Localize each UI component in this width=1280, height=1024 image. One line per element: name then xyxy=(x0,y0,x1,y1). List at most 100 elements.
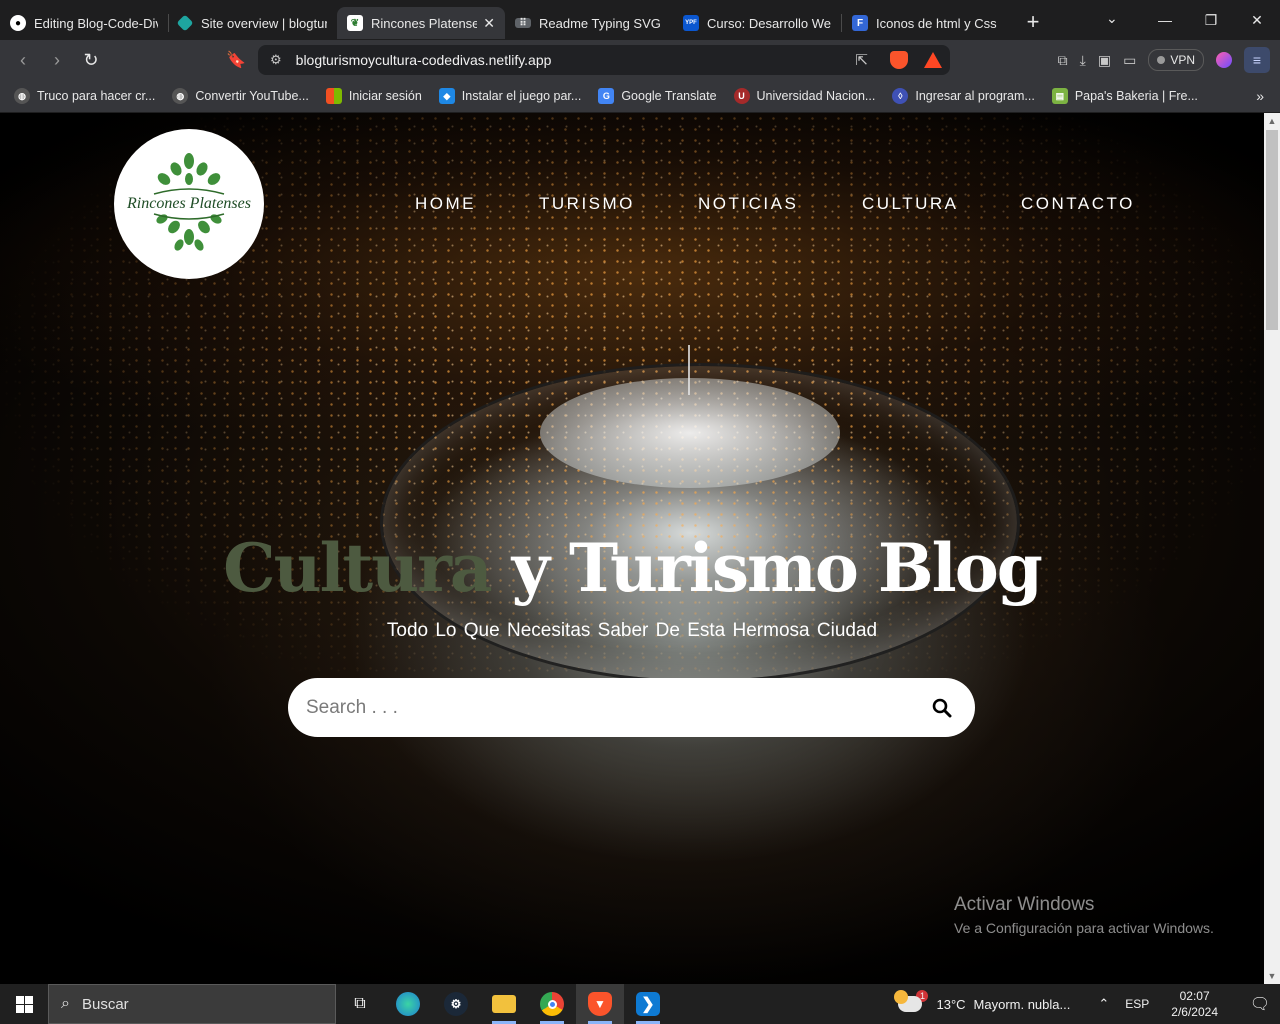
reload-button[interactable]: ↻ xyxy=(74,43,108,77)
hero-title: Cultura y Turismo Blog xyxy=(0,529,1264,607)
netlify-icon xyxy=(176,14,194,32)
search-icon: ⌕ xyxy=(61,995,70,1012)
logo-text: Rincones Platenses xyxy=(127,195,251,213)
start-button[interactable] xyxy=(0,984,48,1024)
weather-widget[interactable]: 1 13°C Mayorm. nubla... xyxy=(894,990,1070,1012)
more-bookmarks-icon[interactable]: » xyxy=(1256,88,1264,104)
clock[interactable]: 02:07 2/6/2024 xyxy=(1171,988,1218,1020)
bookmark-item[interactable]: ▤ Papa's Bakeria | Fre... xyxy=(1051,88,1198,104)
tab-iconos-html[interactable]: F Iconos de html y Css | F xyxy=(842,7,1010,39)
share-icon[interactable]: ⇱ xyxy=(855,51,868,69)
hero-subtitle: Todo Lo Que Necesitas Saber De Esta Herm… xyxy=(386,620,878,641)
shield-icon: ◊ xyxy=(892,88,909,104)
steam-icon: ⚙ xyxy=(444,992,468,1016)
bookmark-item[interactable]: ◍ Truco para hacer cr... xyxy=(14,88,155,104)
tab-title: Readme Typing SVG - D xyxy=(539,15,663,31)
bookmark-label: Iniciar sesión xyxy=(348,89,422,103)
translate-icon: G xyxy=(598,88,615,104)
extensions-icon[interactable]: ⧉ xyxy=(1058,52,1068,69)
search-icon[interactable] xyxy=(927,693,957,723)
taskbar-search[interactable]: ⌕ Buscar xyxy=(48,984,336,1024)
windows-taskbar: ⌕ Buscar ⧉ ⚙ ▼ ❯ 1 13°C Mayorm. nubla...… xyxy=(0,984,1280,1024)
taskbar-app-steam[interactable]: ⚙ xyxy=(432,984,480,1024)
notifications-icon[interactable]: 🗨 xyxy=(1240,994,1280,1014)
nav-home[interactable]: HOME xyxy=(415,194,476,214)
nav-cultura[interactable]: CULTURA xyxy=(862,194,959,214)
downloads-icon[interactable]: ⤓ xyxy=(1080,52,1086,69)
window-controls: — ❐ ✕ xyxy=(1142,0,1280,40)
new-tab-button[interactable]: + xyxy=(1018,7,1048,37)
microsoft-icon xyxy=(325,88,342,104)
bookmark-label: Ingresar al program... xyxy=(915,89,1035,103)
bookmark-item[interactable]: Iniciar sesión xyxy=(325,88,422,104)
leaf-icon: ❦ xyxy=(347,15,363,31)
tab-title: Curso: Desarrollo Web xyxy=(707,15,831,31)
tab-rincones-platenses[interactable]: ❦ Rincones Platenses ✕ xyxy=(337,7,505,39)
tab-curso-desarrollo[interactable]: YPF Curso: Desarrollo Web xyxy=(673,7,841,39)
keyboard-icon: ⠿ xyxy=(515,18,531,29)
url-text[interactable]: blogturismoycultura-codedivas.netlify.ap… xyxy=(296,52,552,68)
page-scrollbar[interactable]: ▲ ▼ xyxy=(1264,113,1280,984)
scroll-up-icon[interactable]: ▲ xyxy=(1264,113,1280,129)
brave-rewards-icon[interactable] xyxy=(924,52,942,68)
restore-button[interactable]: ❐ xyxy=(1188,0,1234,40)
task-view-icon: ⧉ xyxy=(354,995,366,1012)
vpn-button[interactable]: VPN xyxy=(1148,49,1204,71)
address-bar[interactable]: ⚙ blogturismoycultura-codedivas.netlify.… xyxy=(258,45,950,75)
nav-contacto[interactable]: CONTACTO xyxy=(1021,194,1135,214)
vpn-status-icon xyxy=(1157,56,1166,64)
taskbar-app-chrome[interactable] xyxy=(528,984,576,1024)
bookmark-item[interactable]: ◊ Ingresar al program... xyxy=(892,88,1035,104)
bookmark-item[interactable]: ◆ Instalar el juego par... xyxy=(438,88,581,104)
github-icon: ● xyxy=(10,15,26,31)
sidebar-icon[interactable]: ▣ xyxy=(1098,52,1111,69)
folder-icon xyxy=(492,995,516,1013)
vpn-label: VPN xyxy=(1170,53,1195,67)
taskbar-app-brave[interactable]: ▼ xyxy=(576,984,624,1024)
site-settings-icon[interactable]: ⚙ xyxy=(270,52,282,68)
tab-editing-blog[interactable]: ● Editing Blog-Code-Diva xyxy=(0,7,168,39)
leo-ai-icon[interactable] xyxy=(1216,52,1232,68)
back-button[interactable]: ‹ xyxy=(6,43,40,77)
edge-icon xyxy=(396,992,420,1016)
tab-strip: ● Editing Blog-Code-Diva Site overview |… xyxy=(0,0,1280,40)
task-view-button[interactable]: ⧉ xyxy=(336,984,384,1024)
forward-button[interactable]: › xyxy=(40,43,74,77)
tab-search-chevron-icon[interactable]: ⌄ xyxy=(1106,10,1118,27)
tab-readme-typing[interactable]: ⠿ Readme Typing SVG - D xyxy=(505,7,673,39)
nav-noticias[interactable]: NOTICIAS xyxy=(698,194,798,214)
bookmark-icon[interactable]: 🔖 xyxy=(219,43,253,77)
bookmark-item[interactable]: G Google Translate xyxy=(598,88,717,104)
taskbar-app-vscode[interactable]: ❯ xyxy=(624,984,672,1024)
taskbar-app-explorer[interactable] xyxy=(480,984,528,1024)
nav-turismo[interactable]: TURISMO xyxy=(539,194,635,214)
wallet-icon[interactable]: ▭ xyxy=(1123,52,1136,69)
minimize-button[interactable]: — xyxy=(1142,0,1188,40)
brave-shields-icon[interactable] xyxy=(890,51,908,69)
hero-title-main: y Turismo Blog xyxy=(511,529,1043,607)
scroll-thumb[interactable] xyxy=(1266,130,1278,330)
vscode-icon: ❯ xyxy=(636,992,660,1016)
tab-site-overview[interactable]: Site overview | blogturi xyxy=(169,7,337,39)
search-input[interactable] xyxy=(306,696,927,719)
globe-icon: ◍ xyxy=(172,88,189,104)
bookmark-label: Universidad Nacion... xyxy=(756,89,876,103)
tab-title: Site overview | blogturi xyxy=(201,15,327,31)
close-tab-icon[interactable]: ✕ xyxy=(483,15,495,32)
close-window-button[interactable]: ✕ xyxy=(1234,0,1280,40)
ypf-icon: YPF xyxy=(683,15,699,31)
bookmark-item[interactable]: ◍ Convertir YouTube... xyxy=(172,88,309,104)
bookmark-label: Truco para hacer cr... xyxy=(37,89,156,103)
menu-icon[interactable]: ≡ xyxy=(1244,47,1270,73)
chrome-icon xyxy=(540,992,564,1016)
scroll-down-icon[interactable]: ▼ xyxy=(1264,968,1280,984)
taskbar-app-edge[interactable] xyxy=(384,984,432,1024)
bookmark-label: Papa's Bakeria | Fre... xyxy=(1074,89,1198,103)
bookmark-item[interactable]: U Universidad Nacion... xyxy=(733,88,876,104)
bookmark-label: Google Translate xyxy=(621,89,717,103)
bookmarks-bar: ◍ Truco para hacer cr... ◍ Convertir YouTu… xyxy=(0,80,1280,113)
language-indicator[interactable]: ESP xyxy=(1125,997,1149,1011)
site-logo[interactable]: Rincones Platenses xyxy=(114,129,264,279)
show-hidden-icons-chevron-icon[interactable]: ⌃ xyxy=(1098,996,1109,1012)
toolbar-actions: ⧉ ⤓ ▣ ▭ VPN ≡ xyxy=(1058,47,1270,73)
